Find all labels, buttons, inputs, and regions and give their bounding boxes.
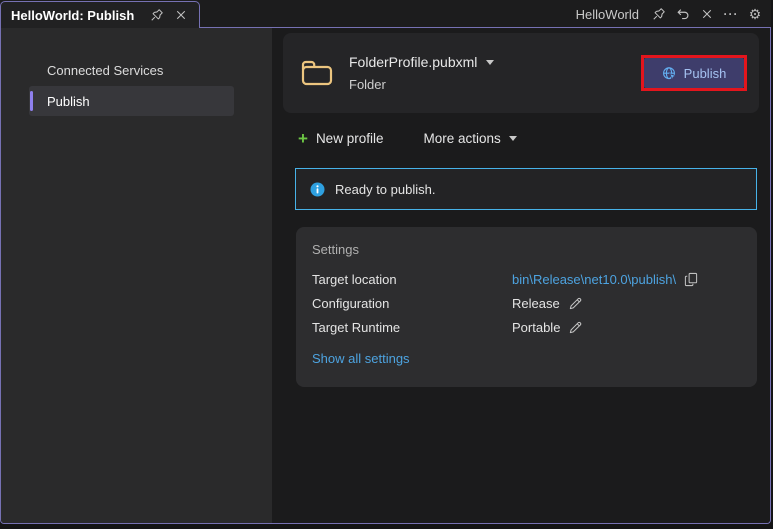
title-bar: HelloWorld: Publish HelloWorld — [0, 0, 771, 28]
sidebar: Connected Services Publish — [1, 28, 272, 523]
profile-name: FolderProfile.pubxml — [349, 54, 477, 70]
screenshot-root: HelloWorld: Publish HelloWorld — [0, 0, 773, 529]
configuration-value: Release — [512, 296, 560, 311]
status-message: Ready to publish. — [335, 182, 435, 197]
setting-row-target-location: Target location bin\Release\net10.0\publ… — [312, 267, 741, 291]
setting-label: Target Runtime — [312, 320, 512, 335]
info-icon — [310, 182, 325, 197]
copy-icon[interactable] — [684, 272, 698, 287]
sidebar-item-publish[interactable]: Publish — [29, 86, 234, 116]
close-icon[interactable] — [173, 7, 189, 23]
profile-selector-dropdown[interactable]: FolderProfile.pubxml — [349, 54, 494, 70]
profile-type-label: Folder — [349, 77, 494, 92]
folder-icon — [301, 60, 333, 86]
profile-info: FolderProfile.pubxml Folder — [349, 54, 494, 92]
window-body: Connected Services Publish — [0, 28, 771, 524]
tab-helloworld-publish[interactable]: HelloWorld: Publish — [0, 1, 200, 28]
more-actions-dropdown[interactable]: More actions — [423, 131, 516, 146]
edit-pencil-icon[interactable] — [568, 320, 583, 335]
status-banner: Ready to publish. — [295, 168, 757, 210]
publish-button-label: Publish — [684, 66, 727, 81]
chevron-down-icon — [486, 60, 494, 65]
window-controls: HelloWorld — [576, 0, 763, 28]
publish-main-pane: FolderProfile.pubxml Folder — [272, 28, 770, 523]
pin-icon[interactable] — [651, 6, 667, 22]
pin-icon[interactable] — [149, 7, 165, 23]
sidebar-item-connected-services[interactable]: Connected Services — [29, 55, 234, 85]
setting-row-configuration: Configuration Release — [312, 291, 741, 315]
new-profile-label: New profile — [316, 131, 384, 146]
profile-header-panel: FolderProfile.pubxml Folder — [283, 33, 759, 113]
edit-pencil-icon[interactable] — [568, 296, 583, 311]
publish-tool-window: HelloWorld: Publish HelloWorld — [0, 0, 771, 525]
publish-globe-icon — [662, 66, 677, 81]
settings-panel: Settings Target location bin\Release\net… — [296, 227, 757, 387]
settings-rows: Target location bin\Release\net10.0\publ… — [312, 267, 741, 339]
chevron-down-icon — [509, 136, 517, 141]
setting-row-target-runtime: Target Runtime Portable — [312, 315, 741, 339]
close-icon[interactable] — [699, 6, 715, 22]
ellipsis-menu-icon[interactable]: ··· — [723, 6, 739, 22]
publish-button[interactable]: Publish — [644, 58, 744, 88]
plus-icon: + — [298, 130, 308, 147]
setting-label: Configuration — [312, 296, 512, 311]
sidebar-item-label: Connected Services — [47, 63, 163, 78]
profile-actions-row: + New profile More actions — [298, 123, 770, 153]
target-runtime-value: Portable — [512, 320, 560, 335]
window-title: HelloWorld — [576, 7, 639, 22]
more-actions-label: More actions — [423, 131, 500, 146]
selection-indicator — [30, 91, 33, 111]
gear-icon[interactable]: ⚙ — [747, 6, 763, 22]
settings-heading: Settings — [312, 239, 741, 259]
setting-label: Target location — [312, 272, 512, 287]
show-all-settings-link[interactable]: Show all settings — [312, 351, 410, 366]
tab-title: HelloWorld: Publish — [11, 8, 141, 23]
new-profile-button[interactable]: + New profile — [298, 130, 383, 147]
target-location-link[interactable]: bin\Release\net10.0\publish\ — [512, 272, 676, 287]
annotation-highlight-box: Publish — [641, 55, 747, 91]
undock-back-icon[interactable] — [675, 6, 691, 22]
sidebar-item-label: Publish — [47, 94, 90, 109]
show-all-settings-row: Show all settings — [312, 351, 741, 366]
